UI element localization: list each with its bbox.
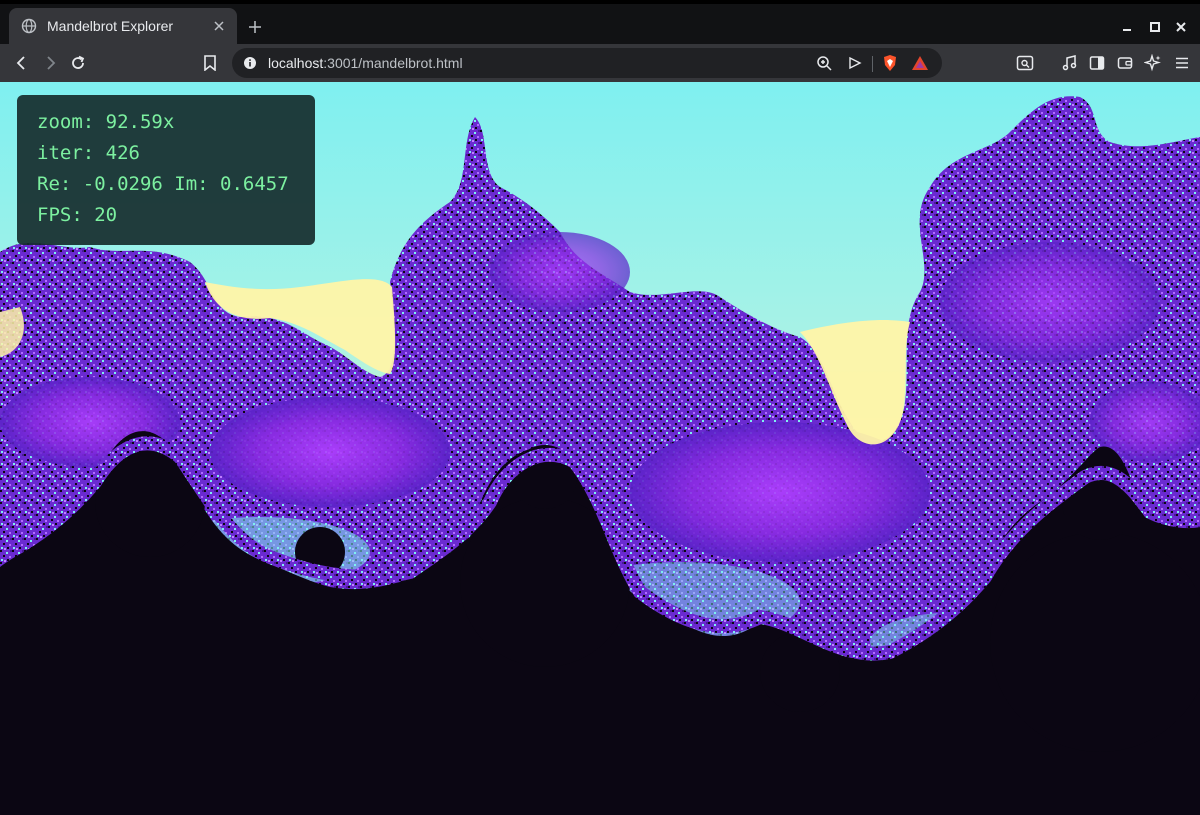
purple-region bbox=[630, 422, 930, 562]
media-icon[interactable] bbox=[1058, 51, 1082, 75]
tab-mandelbrot-explorer[interactable]: Mandelbrot Explorer bbox=[9, 8, 237, 44]
brave-rewards-icon[interactable] bbox=[910, 53, 930, 73]
close-icon[interactable] bbox=[211, 18, 227, 34]
address-bar[interactable]: localhost:3001/mandelbrot.html bbox=[232, 48, 942, 78]
fps-readout: FPS: 20 bbox=[37, 204, 118, 226]
fractal-bulb bbox=[990, 532, 1200, 752]
reload-icon[interactable] bbox=[66, 51, 90, 75]
menu-icon[interactable] bbox=[1170, 51, 1194, 75]
brave-shield-icon[interactable] bbox=[880, 53, 900, 73]
tab-title: Mandelbrot Explorer bbox=[47, 18, 174, 34]
screenshot-icon[interactable] bbox=[1013, 51, 1037, 75]
send-icon[interactable] bbox=[845, 53, 865, 73]
leo-ai-icon[interactable] bbox=[1141, 51, 1165, 75]
new-tab-icon[interactable] bbox=[244, 16, 266, 38]
sidebar-icon[interactable] bbox=[1085, 51, 1109, 75]
stats-overlay: zoom: 92.59x iter: 426 Re: -0.0296 Im: 0… bbox=[17, 95, 315, 245]
iteration-readout: iter: 426 bbox=[37, 142, 140, 164]
wallet-icon[interactable] bbox=[1113, 51, 1137, 75]
url-host: localhost bbox=[268, 55, 324, 71]
zoom-icon[interactable] bbox=[814, 53, 834, 73]
coordinate-readout: Re: -0.0296 Im: 0.6457 bbox=[37, 173, 289, 195]
minimize-icon[interactable] bbox=[1116, 16, 1138, 38]
bookmark-icon[interactable] bbox=[198, 51, 222, 75]
info-icon[interactable] bbox=[242, 55, 258, 71]
maximize-icon[interactable] bbox=[1144, 16, 1166, 38]
url-path: :3001/mandelbrot.html bbox=[323, 55, 463, 71]
purple-region bbox=[210, 397, 450, 507]
window-close-icon[interactable] bbox=[1170, 16, 1192, 38]
tab-strip: Mandelbrot Explorer bbox=[0, 0, 1200, 44]
back-icon[interactable] bbox=[10, 51, 34, 75]
browser-window: Mandelbrot Explorer localhost:3001/mande… bbox=[0, 0, 1200, 815]
globe-icon bbox=[21, 18, 37, 34]
forward-icon[interactable] bbox=[38, 51, 62, 75]
omnibox-divider bbox=[872, 56, 873, 72]
toolbar: localhost:3001/mandelbrot.html bbox=[0, 44, 1200, 82]
url-text: localhost:3001/mandelbrot.html bbox=[268, 55, 463, 71]
purple-region bbox=[940, 242, 1160, 362]
zoom-readout: zoom: 92.59x bbox=[37, 111, 175, 133]
page-content[interactable]: zoom: 92.59x iter: 426 Re: -0.0296 Im: 0… bbox=[0, 82, 1200, 815]
purple-region bbox=[490, 232, 630, 312]
